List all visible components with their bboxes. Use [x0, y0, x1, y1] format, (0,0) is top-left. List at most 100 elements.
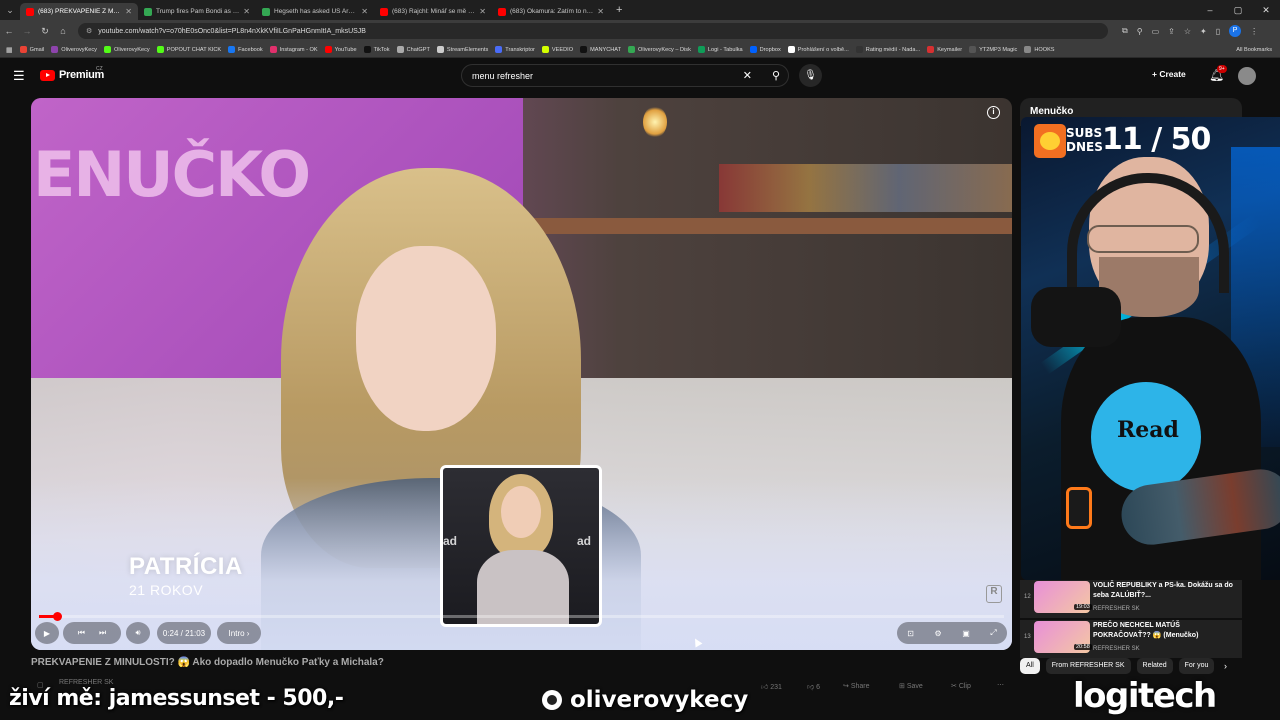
tab-close-icon[interactable]: ✕ [597, 7, 604, 16]
clear-search-icon[interactable]: ✕ [743, 69, 752, 82]
bookmark-item[interactable]: Rating médií - Nada... [855, 46, 920, 53]
browser-tab[interactable]: (683) PREKVAPENIE Z MINULOSTI ✕ [20, 3, 138, 20]
playlist-item[interactable]: 13 20:58 PREČO NECHCEL MATÚŠ POKRAČOVAŤ?? … [1020, 620, 1242, 658]
bookmark-item[interactable]: StreamElements [436, 46, 488, 53]
clip-button[interactable]: ✂ Clip [951, 682, 971, 690]
bookmark-favicon-icon [103, 46, 111, 53]
bookmark-item[interactable]: VEEDIO [541, 46, 573, 53]
next-icon[interactable]: ⏭ [99, 628, 106, 638]
browser-tab[interactable]: (683) Rajchl: Mináľ se mě bojí ✕ [374, 3, 492, 20]
tab-close-icon[interactable]: ✕ [243, 7, 250, 16]
zoom-icon[interactable]: ⚲ [1137, 27, 1143, 36]
reload-icon[interactable]: ↻ [36, 26, 54, 37]
playlist-item[interactable]: 12 19:03 VOLIČ REPUBLIKY a PS-ka. Dokážu s… [1020, 580, 1242, 618]
streamer-headset [1067, 173, 1229, 293]
bookmark-item[interactable]: OliverovyKecy – Disk [628, 46, 691, 53]
extensions-area: ⧉ ⚲ ▭ ⇪ ☆ ✦ ▯ P ⋮ [1122, 25, 1258, 37]
bookmark-item[interactable]: Instagram - OK [269, 46, 318, 53]
filter-chip[interactable]: For you [1178, 658, 1215, 674]
more-actions-icon[interactable]: ⋯ [997, 681, 1004, 689]
share-icon[interactable]: ⇪ [1168, 27, 1175, 36]
save-button[interactable]: ⊞ Save [899, 682, 923, 690]
bookmark-item[interactable]: YouTube [324, 46, 357, 53]
home-icon[interactable]: ⌂ [54, 26, 72, 36]
translate-icon[interactable]: ⧉ [1122, 26, 1128, 36]
minimize-button[interactable]: – [1196, 0, 1224, 20]
tab-favicon-icon [26, 7, 34, 16]
miniplayer-icon[interactable]: ▣ [962, 629, 970, 638]
bookmark-label: Keymailer [937, 46, 963, 53]
share-button[interactable]: ↪ Share [843, 682, 870, 690]
chapter-button[interactable]: Intro › [217, 622, 261, 644]
bookmark-item[interactable]: YT2MP3 Magic [969, 46, 1017, 53]
channel-name[interactable]: REFRESHER SK [59, 679, 113, 686]
lamp [643, 106, 667, 138]
bookmark-item[interactable]: TikTok [363, 46, 390, 53]
youtube-logo[interactable]: Premium CZ [40, 66, 104, 81]
sidebar-icon[interactable]: ▯ [1216, 27, 1220, 36]
bookmark-item[interactable]: POPOUT CHAT KICK [156, 46, 221, 53]
site-info-icon[interactable]: ⚙ [86, 27, 92, 35]
search-icon[interactable]: ⚲ [772, 69, 780, 82]
bookmark-item[interactable]: ChatGPT [396, 46, 430, 53]
settings-gear-icon[interactable]: ⚙ [935, 629, 942, 638]
url-field[interactable]: ⚙ youtube.com/watch?v=o70hE0sOnc0&list=P… [78, 23, 1108, 39]
browser-tab[interactable]: Hegseth has asked US Army ch ✕ [256, 3, 374, 20]
bookmark-item[interactable]: Transkriptor [495, 46, 535, 53]
bookmark-item[interactable]: OliverovyKecy [51, 46, 97, 53]
browser-tab[interactable]: (683) Okamura: Zatím to nedál ✕ [492, 3, 610, 20]
create-button[interactable]: + Create [1152, 69, 1186, 79]
search-input[interactable]: menu refresher ✕ ⚲ [461, 64, 789, 87]
extensions-icon[interactable]: ✦ [1200, 27, 1207, 36]
bookmark-item[interactable]: MANYCHAT [580, 46, 621, 53]
volume-icon[interactable]: 🔊︎ [126, 622, 150, 644]
filter-chip[interactable]: All [1020, 658, 1040, 674]
like-button[interactable]: 👍︎ 231 [761, 682, 782, 691]
social-handle: oliverovykecy [542, 687, 748, 713]
filter-chip[interactable]: From REFRESHER SK [1045, 658, 1131, 674]
subtitles-icon[interactable]: ⊡ [907, 629, 914, 638]
bookmark-item[interactable]: Facebook [228, 46, 263, 53]
progress-bar[interactable] [39, 612, 1004, 621]
bookmark-item[interactable]: Prohlášení o volbě... [787, 46, 849, 53]
maximize-button[interactable]: ▢ [1224, 0, 1252, 20]
playlist-item-title[interactable]: VOLIČ REPUBLIKY a PS-ka. Dokážu sa do se… [1093, 581, 1233, 600]
previous-icon[interactable]: ⏮ [78, 628, 85, 638]
tab-close-icon[interactable]: ✕ [361, 7, 368, 16]
fullscreen-icon[interactable]: ⤢ [990, 628, 996, 638]
bookmark-item[interactable]: Keymailer [927, 46, 962, 53]
hamburger-menu-icon[interactable]: ☰ [13, 68, 25, 84]
info-icon[interactable]: i [987, 106, 1000, 119]
back-icon[interactable]: ← [0, 26, 18, 36]
bookmark-item[interactable]: Dropbox [749, 46, 781, 53]
tab-close-icon[interactable]: ✕ [125, 7, 132, 16]
browser-tab[interactable]: Trump fires Pam Bondi as US a ✕ [138, 3, 256, 20]
bookmark-item[interactable]: HOOKS [1024, 46, 1055, 53]
apps-grid-icon[interactable]: ▦ [6, 46, 13, 54]
profile-avatar[interactable]: P [1229, 25, 1242, 37]
browser-menu-icon[interactable]: ⋮ [1250, 27, 1258, 36]
voice-search-icon[interactable]: 🎙︎ [799, 64, 822, 87]
forward-icon[interactable]: → [18, 26, 36, 36]
playlist-item-title[interactable]: PREČO NECHCEL MATÚŠ POKRAČOVAŤ?? 😱 (Menu… [1093, 621, 1233, 640]
tab-title: Trump fires Pam Bondi as US a [156, 8, 240, 15]
channel-watermark-icon[interactable]: R [986, 585, 1002, 603]
filter-chip[interactable]: Related [1136, 658, 1173, 674]
streamer-webcam: Read [1021, 117, 1280, 580]
bookmark-item[interactable]: OliverovyKecy [103, 46, 150, 53]
video-player[interactable]: ENUČKO PATRÍCIA 21 ROKOV i R ad ad ▶ ⏮ ⏭… [31, 98, 1012, 650]
notifications-badge: 9+ [1217, 65, 1227, 73]
bookmark-item[interactable]: Logi - Tabulka [697, 46, 743, 53]
bookmark-item[interactable]: Gmail [19, 46, 44, 53]
bookmark-star-icon[interactable]: ☆ [1184, 27, 1191, 36]
cast-icon[interactable]: ▭ [1152, 27, 1160, 36]
dislike-button[interactable]: 👎︎ 6 [807, 682, 820, 691]
tab-search-icon[interactable]: ⌄ [0, 0, 20, 20]
close-window-button[interactable]: ✕ [1252, 0, 1280, 20]
tab-close-icon[interactable]: ✕ [479, 7, 486, 16]
all-bookmarks-button[interactable]: All Bookmarks [1230, 42, 1272, 57]
chips-next-icon[interactable]: › [1224, 661, 1227, 671]
account-avatar[interactable] [1238, 67, 1256, 85]
new-tab-button[interactable]: + [610, 4, 628, 16]
play-button[interactable]: ▶ [35, 622, 59, 644]
